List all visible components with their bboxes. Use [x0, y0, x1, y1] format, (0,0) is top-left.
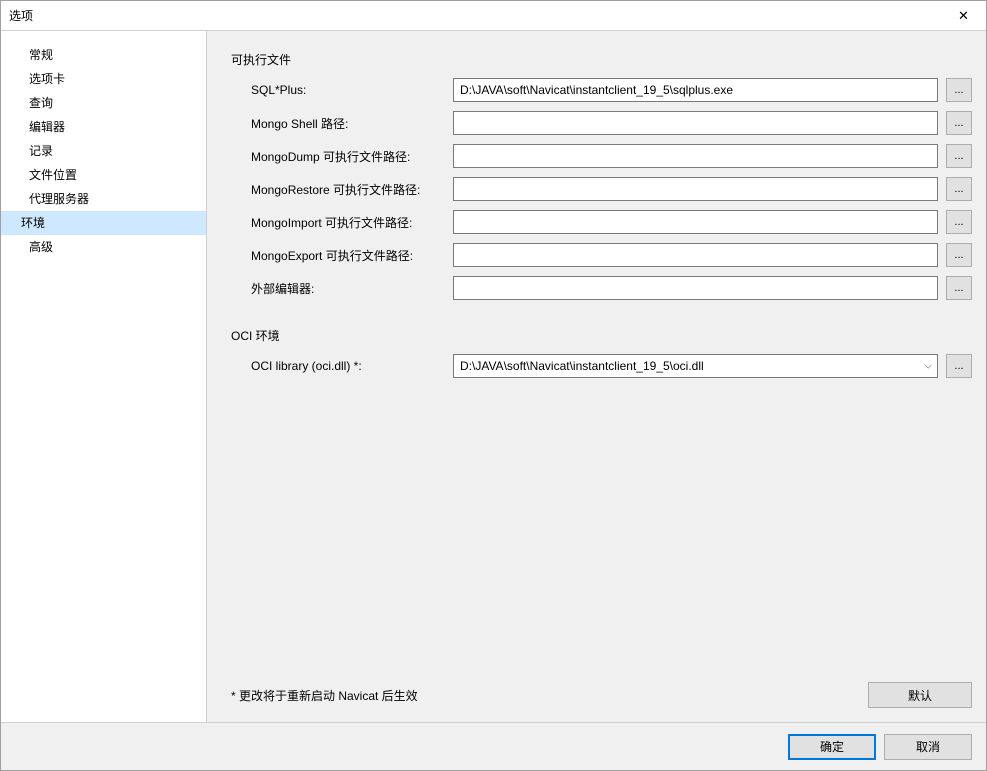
field-row-oci-library: OCI library (oci.dll) *: ⌵ ...	[231, 354, 972, 378]
window-title: 选项	[9, 7, 33, 24]
input-external-editor[interactable]	[453, 276, 938, 300]
select-oci-library[interactable]	[453, 354, 938, 378]
field-row-mongoimport: MongoImport 可执行文件路径: ...	[231, 210, 972, 234]
field-row-external-editor: 外部编辑器: ...	[231, 276, 972, 300]
label-mongodump: MongoDump 可执行文件路径:	[231, 148, 453, 165]
close-button[interactable]: ✕	[941, 1, 986, 30]
sidebar-item-environment[interactable]: 环境	[1, 211, 206, 235]
main-panel: 可执行文件 SQL*Plus: ... Mongo Shell 路径: ... …	[207, 31, 986, 722]
sidebar-item-query[interactable]: 查询	[1, 91, 206, 115]
default-button[interactable]: 默认	[868, 682, 972, 708]
label-mongoimport: MongoImport 可执行文件路径:	[231, 214, 453, 231]
section-title-oci: OCI 环境	[231, 327, 972, 344]
sidebar-item-editor[interactable]: 编辑器	[1, 115, 206, 139]
cancel-button[interactable]: 取消	[884, 734, 972, 760]
field-row-sqlplus: SQL*Plus: ...	[231, 78, 972, 102]
close-icon: ✕	[958, 8, 969, 24]
dialog-footer: 确定 取消	[1, 722, 986, 770]
content-area: 可执行文件 SQL*Plus: ... Mongo Shell 路径: ... …	[207, 31, 986, 682]
input-mongo-shell[interactable]	[453, 111, 938, 135]
restart-notice: * 更改将于重新启动 Navicat 后生效	[231, 687, 418, 704]
field-row-mongodump: MongoDump 可执行文件路径: ...	[231, 144, 972, 168]
input-mongoimport[interactable]	[453, 210, 938, 234]
browse-button-oci-library[interactable]: ...	[946, 354, 972, 378]
sidebar-item-advanced[interactable]: 高级	[1, 235, 206, 259]
label-mongoexport: MongoExport 可执行文件路径:	[231, 247, 453, 264]
sidebar-item-proxy[interactable]: 代理服务器	[1, 187, 206, 211]
field-row-mongo-shell: Mongo Shell 路径: ...	[231, 111, 972, 135]
input-mongodump[interactable]	[453, 144, 938, 168]
titlebar: 选项 ✕	[1, 1, 986, 31]
sidebar: 常规 选项卡 查询 编辑器 记录 文件位置 代理服务器 环境 高级	[1, 31, 207, 722]
input-sqlplus[interactable]	[453, 78, 938, 102]
browse-button-mongorestore[interactable]: ...	[946, 177, 972, 201]
field-row-mongoexport: MongoExport 可执行文件路径: ...	[231, 243, 972, 267]
label-sqlplus: SQL*Plus:	[231, 83, 453, 97]
input-mongorestore[interactable]	[453, 177, 938, 201]
browse-button-mongo-shell[interactable]: ...	[946, 111, 972, 135]
options-dialog: 选项 ✕ 常规 选项卡 查询 编辑器 记录 文件位置 代理服务器 环境 高级 可…	[0, 0, 987, 771]
field-row-mongorestore: MongoRestore 可执行文件路径: ...	[231, 177, 972, 201]
browse-button-mongoimport[interactable]: ...	[946, 210, 972, 234]
label-external-editor: 外部编辑器:	[231, 280, 453, 297]
browse-button-sqlplus[interactable]: ...	[946, 78, 972, 102]
browse-button-mongoexport[interactable]: ...	[946, 243, 972, 267]
sidebar-item-file-locations[interactable]: 文件位置	[1, 163, 206, 187]
label-mongo-shell: Mongo Shell 路径:	[231, 115, 453, 132]
input-mongoexport[interactable]	[453, 243, 938, 267]
bottom-area: * 更改将于重新启动 Navicat 后生效 默认	[207, 682, 986, 722]
browse-button-external-editor[interactable]: ...	[946, 276, 972, 300]
section-title-executables: 可执行文件	[231, 51, 972, 68]
label-oci-library: OCI library (oci.dll) *:	[231, 359, 453, 373]
browse-button-mongodump[interactable]: ...	[946, 144, 972, 168]
sidebar-item-tabs[interactable]: 选项卡	[1, 67, 206, 91]
ok-button[interactable]: 确定	[788, 734, 876, 760]
label-mongorestore: MongoRestore 可执行文件路径:	[231, 181, 453, 198]
sidebar-item-records[interactable]: 记录	[1, 139, 206, 163]
sidebar-item-general[interactable]: 常规	[1, 43, 206, 67]
dialog-body: 常规 选项卡 查询 编辑器 记录 文件位置 代理服务器 环境 高级 可执行文件 …	[1, 31, 986, 722]
